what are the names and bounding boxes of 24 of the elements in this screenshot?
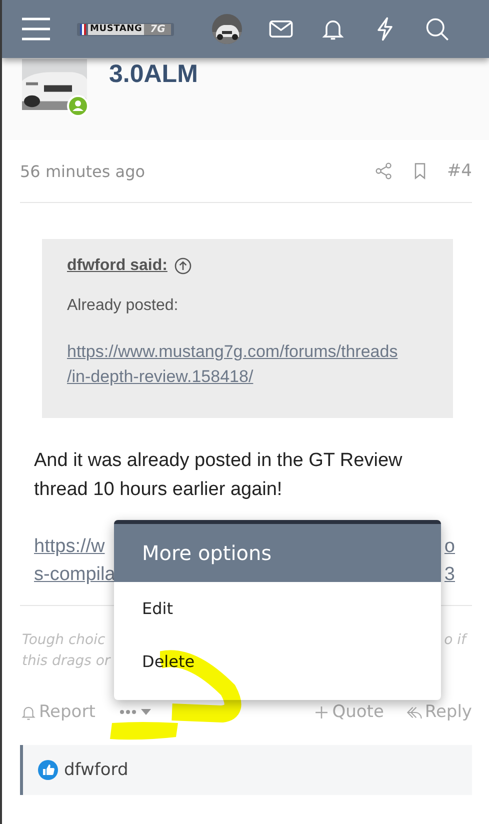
username[interactable]: 3.0ALM — [109, 59, 198, 89]
reaction-user-link[interactable]: dfwford — [64, 760, 128, 780]
post-link[interactable]: o — [444, 533, 455, 561]
logo-suffix: 7G — [144, 24, 172, 34]
logo-text: MUSTANG — [88, 24, 144, 34]
site-logo[interactable]: MUSTANG 7G — [77, 22, 174, 36]
signature-text: this drags or — [22, 652, 110, 671]
post-link[interactable]: 3 — [444, 561, 455, 589]
post-link[interactable]: s-compila — [34, 561, 116, 589]
menu-title: More options — [114, 524, 441, 582]
quote-text: Already posted: — [67, 297, 180, 315]
signature-text: Tough choic — [22, 631, 106, 650]
quote-link[interactable]: /in-depth-review.158418/ — [67, 364, 254, 389]
post-time[interactable]: 56 minutes ago — [20, 162, 146, 180]
quote-link[interactable]: https://www.mustang7g.com/forums/threads — [67, 339, 398, 364]
quote-author-link[interactable]: dfwford said: — [67, 257, 168, 275]
post-text: And it was already posted in the GT Review thread 10 hours earlier again! — [34, 449, 404, 502]
menu-item[interactable]: Edit — [114, 582, 441, 635]
quote-link[interactable]: Quote — [313, 702, 384, 722]
reply-link[interactable]: Reply — [406, 702, 472, 722]
post-number[interactable]: #4 — [446, 161, 472, 181]
post-link[interactable]: https://w — [34, 533, 105, 561]
signature-text: o if — [444, 631, 466, 650]
report-link[interactable]: Report — [20, 702, 96, 722]
